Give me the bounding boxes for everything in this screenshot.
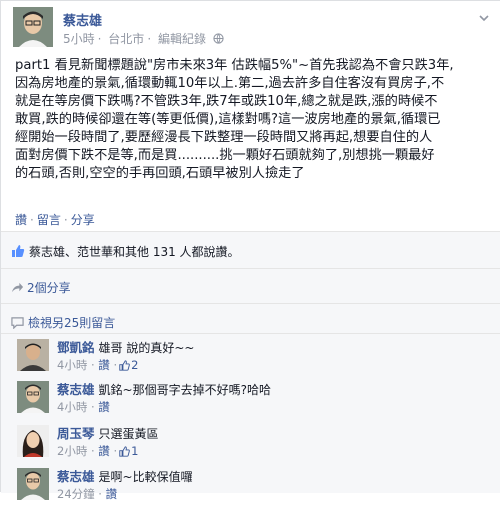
comment-time[interactable]: 4小時 (57, 358, 87, 372)
commenter-avatar[interactable] (17, 425, 49, 457)
comment-time[interactable]: 4小時 (57, 400, 87, 414)
post-header: 蔡志雄 5小時 · 台北市 · 編輯紀錄 (13, 7, 493, 51)
commenter-name[interactable]: 周玉琴 (57, 426, 95, 441)
author-name[interactable]: 蔡志雄 (63, 10, 102, 29)
thumbs-up-icon (119, 446, 130, 457)
comment-like-count[interactable]: 2 (131, 358, 138, 372)
comment-like-link[interactable]: 讚 (98, 444, 110, 458)
post-card: 蔡志雄 5小時 · 台北市 · 編輯紀錄 part1 看見新聞標題說"房市未來3年 … (0, 0, 500, 501)
comment-item: 蔡志雄 是啊~比較保值囉 24分鐘 · 讚 (17, 466, 493, 508)
post-line: 面對房價下跌不是等,而是買..........挑一顆好石頭就夠了,別想挑一顆最好 (15, 148, 435, 163)
likes-summary[interactable]: 蔡志雄、范世華和其他 131 人都說讚。 (11, 243, 240, 260)
comment-link[interactable]: 留言 (37, 213, 61, 227)
post-line: 經開始一段時間了,要歷經漫長下跌整理一段時間又將再起,想要自住的人 (15, 130, 433, 145)
divider (1, 303, 500, 304)
globe-icon (213, 33, 224, 44)
commenter-name[interactable]: 蔡志雄 (57, 469, 95, 484)
share-link[interactable]: 分享 (71, 213, 95, 227)
comment-item: 蔡志雄 凱銘~那個哥字去掉不好嗎?哈哈 4小時 · 讚 (17, 379, 493, 421)
share-arrow-icon (11, 282, 24, 293)
commenter-name[interactable]: 鄧凱銘 (57, 340, 95, 355)
post-body: part1 看見新聞標題說"房市未來3年 估跌幅5%"~首先我認為不會只跌3年,… (15, 57, 493, 183)
commenter-avatar[interactable] (17, 381, 49, 413)
like-link[interactable]: 讚 (15, 213, 27, 227)
comment-item: 鄧凱銘 雄哥 說的真好~~ 4小時 · 讚 · 2 (17, 337, 493, 379)
thumbs-up-icon (119, 360, 130, 371)
commenter-avatar[interactable] (17, 339, 49, 371)
post-actions: 讚 · 留言 · 分享 (15, 213, 95, 227)
comment-time[interactable]: 24分鐘 (57, 487, 95, 501)
divider (1, 268, 500, 269)
comment-like-link[interactable]: 讚 (106, 487, 118, 501)
divider (1, 333, 500, 334)
comment-like-link[interactable]: 讚 (98, 358, 110, 372)
comment-text: 雄哥 說的真好~~ (98, 341, 195, 355)
comment-text: 是啊~比較保值囉 (98, 470, 193, 484)
post-line: 的石頭,否則,空空的手再回頭,石頭早被別人撿走了 (15, 166, 305, 181)
post-time[interactable]: 5小時 (63, 32, 95, 46)
shares-link[interactable]: 2個分享 (11, 279, 71, 296)
commenter-avatar[interactable] (17, 468, 49, 500)
comment-text: 凱銘~那個哥字去掉不好嗎?哈哈 (98, 383, 271, 397)
comment-bubble-icon (11, 317, 24, 330)
comment-time[interactable]: 2小時 (57, 444, 87, 458)
post-location[interactable]: 台北市 (108, 32, 144, 46)
edit-history[interactable]: 編輯紀錄 (158, 32, 206, 46)
post-line: 敢買,跌的時候卻還在等(等更低價),這樣對嗎?這一波房地產的景氣,循環已 (15, 112, 441, 127)
thumbs-up-icon (12, 245, 25, 257)
commenter-name[interactable]: 蔡志雄 (57, 382, 95, 397)
comment-item: 周玉琴 只選蛋黃區 2小時 · 讚 · 1 (17, 423, 493, 465)
post-line: 因為房地產的景氣,循環動輒10年以上.第二,過去許多自住客沒有買房子,不 (15, 76, 445, 91)
comment-like-count[interactable]: 1 (131, 444, 138, 458)
comment-like-link[interactable]: 讚 (98, 400, 110, 414)
view-previous-comments[interactable]: 檢視另25則留言 (11, 314, 115, 331)
post-line: part1 看見新聞標題說"房市未來3年 估跌幅5%"~首先我認為不會只跌3年, (15, 58, 454, 73)
post-line: 就是在等房價下跌嗎?不管跌3年,跌7年或跌10年,總之就是跌,漲的時候不 (15, 94, 438, 109)
comment-text: 只選蛋黃區 (98, 427, 159, 441)
post-meta: 5小時 · 台北市 · 編輯紀錄 (63, 30, 224, 47)
chevron-down-icon[interactable] (477, 11, 491, 25)
author-avatar[interactable] (13, 7, 53, 47)
divider (1, 231, 500, 232)
